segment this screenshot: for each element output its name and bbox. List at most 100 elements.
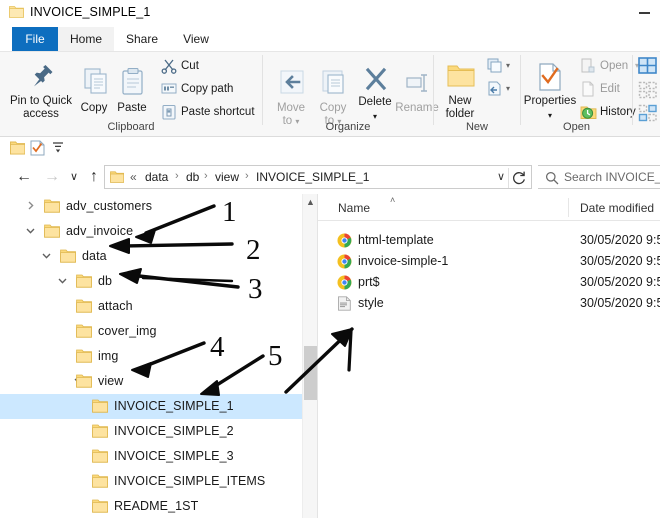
breadcrumb-view[interactable]: view xyxy=(215,170,239,184)
new-folder-icon xyxy=(447,63,475,93)
chevron-down-icon[interactable] xyxy=(40,250,53,263)
organize-group-label: Organize xyxy=(325,121,371,133)
annotation-number-5: 5 xyxy=(268,340,283,372)
tree-scroll-thumb[interactable] xyxy=(304,346,317,400)
address-bar-row: ← → ∨ ↑ « data › db › view › INVOICE_SIM… xyxy=(0,160,660,194)
file-row[interactable]: html-template 30/05/2020 9:5 xyxy=(318,231,660,250)
open-icon xyxy=(580,58,596,81)
tab-home[interactable]: Home xyxy=(58,27,114,51)
paste-button[interactable]: Paste xyxy=(112,67,152,115)
folder-icon xyxy=(44,199,60,213)
copy-path-label: Copy path xyxy=(181,83,234,95)
ribbon-group-select xyxy=(633,51,660,136)
paste-label: Paste xyxy=(117,102,147,114)
chevron-down-icon[interactable] xyxy=(24,225,37,238)
select-all-icon[interactable] xyxy=(638,57,658,78)
tree-item-invoice_simple_items[interactable]: INVOICE_SIMPLE_ITEMS xyxy=(0,469,302,494)
tree-item-label: view xyxy=(98,374,124,388)
open-label: Open xyxy=(600,60,629,72)
qat-folder-icon[interactable] xyxy=(10,141,26,158)
title-bar: INVOICE_SIMPLE_1 xyxy=(0,0,660,27)
address-bar[interactable]: « data › db › view › INVOICE_SIMPLE_1 ∨ xyxy=(104,165,532,189)
ribbon: Pin to Quick access Copy Paste Cut Copy … xyxy=(0,51,660,137)
folder-icon xyxy=(44,224,60,238)
chevron-down-icon[interactable] xyxy=(56,275,69,288)
tree-item-invoice_simple_3[interactable]: INVOICE_SIMPLE_3 xyxy=(0,444,302,469)
file-list-column-header: Name ˄ Date modified xyxy=(318,194,660,221)
breadcrumb-sep-2[interactable]: › xyxy=(204,170,208,182)
select-none-icon[interactable] xyxy=(638,81,658,102)
tree-item-label: README_1ST xyxy=(114,499,199,513)
tree-item-cover_img[interactable]: cover_img xyxy=(0,319,302,344)
tree-item-label: adv_invoice xyxy=(66,224,134,238)
breadcrumb-db[interactable]: db xyxy=(186,170,199,184)
file-row[interactable]: style 30/05/2020 9:5 xyxy=(318,294,660,313)
search-box[interactable]: Search INVOICE_SIMP xyxy=(538,165,660,189)
move-to-icon xyxy=(279,69,305,101)
easy-access-chevron-icon[interactable]: ▾ xyxy=(506,79,510,99)
folder-icon xyxy=(76,349,92,363)
refresh-icon[interactable] xyxy=(510,169,528,187)
minimize-button[interactable] xyxy=(630,0,658,22)
easy-access-menu-item[interactable]: ▾ xyxy=(486,79,516,99)
open-group-label: Open xyxy=(563,121,590,133)
up-button[interactable]: ↑ xyxy=(82,165,106,189)
tree-item-readme_1st[interactable]: README_1ST xyxy=(0,494,302,518)
breadcrumb-data[interactable]: data xyxy=(145,170,168,184)
tree-item-label: cover_img xyxy=(98,324,157,338)
column-divider[interactable] xyxy=(568,198,569,217)
edit-label: Edit xyxy=(600,83,620,95)
tree-item-label: INVOICE_SIMPLE_1 xyxy=(114,399,234,413)
invert-selection-icon[interactable] xyxy=(638,104,658,125)
file-row[interactable]: invoice-simple-1 30/05/2020 9:5 xyxy=(318,252,660,271)
new-group-label: New xyxy=(465,121,488,133)
new-item-menu-item[interactable]: ▾ xyxy=(486,56,516,76)
easy-access-icon xyxy=(487,81,505,104)
move-to-line1: Move xyxy=(276,102,306,114)
copy-button[interactable]: Copy xyxy=(76,68,112,115)
tree-item-label: adv_customers xyxy=(66,199,153,213)
new-folder-button[interactable]: New folder xyxy=(436,65,484,121)
properties-label: Properties xyxy=(523,95,577,107)
folder-icon xyxy=(92,424,108,438)
tab-view[interactable]: View xyxy=(170,27,222,51)
tree-item-label: data xyxy=(82,249,107,263)
file-date-modified: 30/05/2020 9:5 xyxy=(580,275,660,289)
back-button[interactable]: ← xyxy=(12,165,36,189)
qat-properties-icon[interactable] xyxy=(30,140,45,159)
properties-button[interactable]: Properties ▾ xyxy=(523,63,577,122)
address-dropdown-chevron-down-icon[interactable]: ∨ xyxy=(497,170,505,183)
delete-button[interactable]: Delete ▾ xyxy=(355,67,395,123)
pin-to-quick-access-button[interactable]: Pin to Quick access xyxy=(6,65,76,121)
chevron-right-icon[interactable] xyxy=(24,200,37,213)
tree-item-img[interactable]: img xyxy=(0,344,302,369)
tree-scrollbar[interactable]: ▲ xyxy=(302,194,317,518)
tab-share[interactable]: Share xyxy=(114,27,170,51)
tabstrip-left-edge xyxy=(0,27,10,51)
tab-file[interactable]: File xyxy=(12,27,58,51)
new-item-chevron-icon[interactable]: ▾ xyxy=(506,56,510,76)
tree-item-view[interactable]: view xyxy=(0,369,302,394)
file-date-modified: 30/05/2020 9:5 xyxy=(580,296,660,310)
breadcrumb-sep-1[interactable]: › xyxy=(175,170,179,182)
tree-item-invoice_simple_2[interactable]: INVOICE_SIMPLE_2 xyxy=(0,419,302,444)
address-overflow[interactable]: « xyxy=(130,170,137,184)
file-row[interactable]: prt$ 30/05/2020 9:5 xyxy=(318,273,660,292)
folder-icon xyxy=(92,499,108,513)
annotation-number-4: 4 xyxy=(210,331,225,363)
tree-scroll-up-icon[interactable]: ▲ xyxy=(303,194,318,210)
folder-icon xyxy=(92,474,108,488)
breadcrumb-current[interactable]: INVOICE_SIMPLE_1 xyxy=(256,170,369,184)
qat-customize-chevron-down-icon[interactable] xyxy=(51,141,65,156)
tree-item-invoice_simple_1[interactable]: INVOICE_SIMPLE_1 xyxy=(0,394,302,419)
breadcrumb-sep-3[interactable]: › xyxy=(245,170,249,182)
column-name[interactable]: Name xyxy=(338,201,370,215)
delete-label: Delete xyxy=(358,96,392,108)
edit-icon xyxy=(580,81,596,104)
column-date-modified[interactable]: Date modified xyxy=(580,201,654,215)
search-input[interactable]: Search INVOICE_SIMP xyxy=(564,170,660,184)
tree-item-adv_customers[interactable]: adv_customers xyxy=(0,194,302,219)
forward-button: → xyxy=(44,168,60,185)
address-folder-icon xyxy=(110,171,125,183)
pin-icon xyxy=(31,63,55,93)
